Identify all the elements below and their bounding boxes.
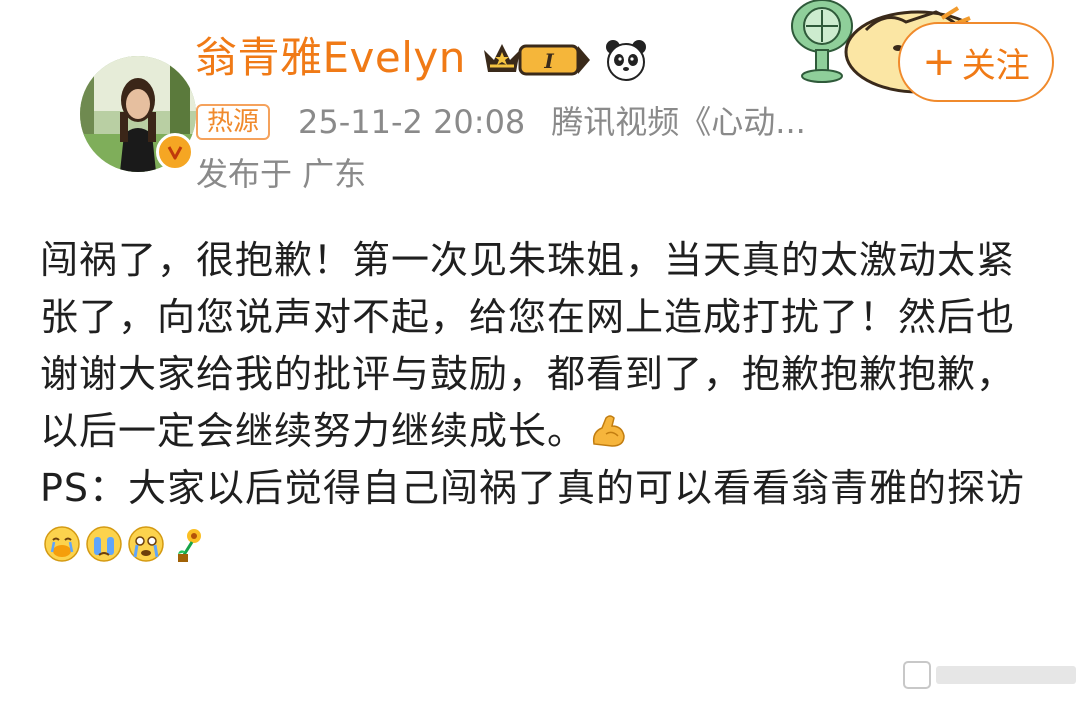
follow-button[interactable]: + 关注 [898,22,1054,102]
crown-member-badge-icon[interactable]: I [480,38,592,80]
avatar-container[interactable] [40,28,196,172]
cover-mouth-cry-emoji-icon [44,526,80,562]
watermark-icon [903,661,1076,689]
post-content: 闯祸了，很抱歉！第一次见朱珠姐，当天真的太激动太紧张了，向您说声对不起，给您在网… [40,232,1052,574]
follow-button-label: 关注 [961,45,1030,86]
author-name[interactable]: 翁青雅Evelyn [195,30,466,86]
post-location: 发布于 广东 [196,155,367,193]
crying-emoji-icon [86,526,122,562]
tearful-emoji-icon [128,526,164,562]
weibo-post: 翁青雅Evelyn I + 关注 热源 25-11-2 20:08 腾讯视频《心… [0,0,1092,701]
post-source[interactable]: 腾讯视频《心动... [551,103,806,141]
content-paragraph: 闯祸了，很抱歉！第一次见朱珠姐，当天真的太激动太紧张了，向您说声对不起，给您在网… [40,232,1052,460]
membership-level: I [543,49,554,73]
panda-icon [606,40,646,81]
post-time[interactable]: 25-11-2 20:08 [298,103,525,141]
post-meta: 25-11-2 20:08 腾讯视频《心动... [298,100,806,144]
content-paragraph: PS：大家以后觉得自己闯祸了真的可以看看翁青雅的探访 [40,460,1052,574]
plus-icon: + [922,39,956,85]
content-text-1: 闯祸了，很抱歉！第一次见朱珠姐，当天真的太激动太紧张了，向您说声对不起，给您在网… [40,238,1016,453]
flower-emoji-icon [178,529,201,562]
muscle-emoji-icon [592,415,625,447]
hot-source-tag[interactable]: 热源 [196,104,271,140]
content-text-2: PS：大家以后觉得自己闯祸了真的可以看看翁青雅的探访 [40,466,1026,510]
verified-badge-icon [156,133,194,171]
